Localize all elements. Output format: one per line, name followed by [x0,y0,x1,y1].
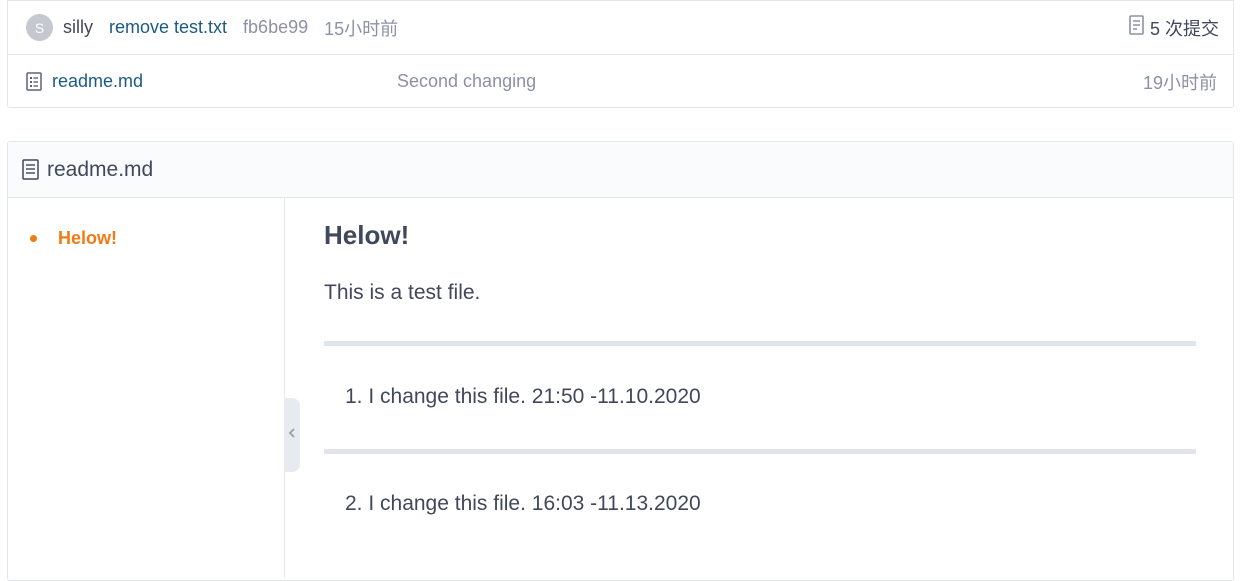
readme-title: readme.md [47,157,154,181]
file-row: readme.md Second changing 19小时前 [8,55,1233,108]
commit-sha[interactable]: fb6be99 [243,17,308,38]
commit-author[interactable]: silly [63,17,93,38]
toc-collapse-handle[interactable] [284,398,300,472]
list-item: 1. I change this file. 21:50 -11.10.2020 [345,385,701,408]
avatar-letter: S [34,19,45,36]
readme-header: readme.md [8,142,1233,198]
chevron-left-icon [288,426,296,444]
readme-panel: readme.md Helow! Helow! This is a test f… [7,141,1234,581]
list-item: 2. I change this file. 16:03 -11.13.2020 [345,492,701,515]
divider [324,341,1196,346]
commit-message-link[interactable]: remove test.txt [109,17,227,38]
file-history-icon [1129,15,1150,40]
file-text-icon [26,72,42,91]
file-commit-message[interactable]: Second changing [397,71,536,92]
latest-commit-bar: S silly remove test.txt fb6be99 15小时前 5 … [8,1,1233,55]
toc-item[interactable]: Helow! [30,228,117,249]
file-time: 19小时前 [1142,72,1217,93]
toc-bullet [30,235,37,242]
table-of-contents: Helow! [8,198,285,578]
readme-heading: Helow! [324,220,410,250]
avatar[interactable]: S [26,14,53,41]
file-text-icon [22,159,39,180]
commit-count-link[interactable]: 5 次提交 [1129,15,1219,41]
readme-paragraph: This is a test file. [324,281,481,304]
divider [324,449,1196,454]
toc-item-label: Helow! [58,228,118,248]
commit-count-label: 5 次提交 [1149,18,1219,39]
file-name-link[interactable]: readme.md [52,71,397,92]
commit-time: 15小时前 [324,18,399,39]
repo-file-list: S silly remove test.txt fb6be99 15小时前 5 … [7,0,1234,108]
